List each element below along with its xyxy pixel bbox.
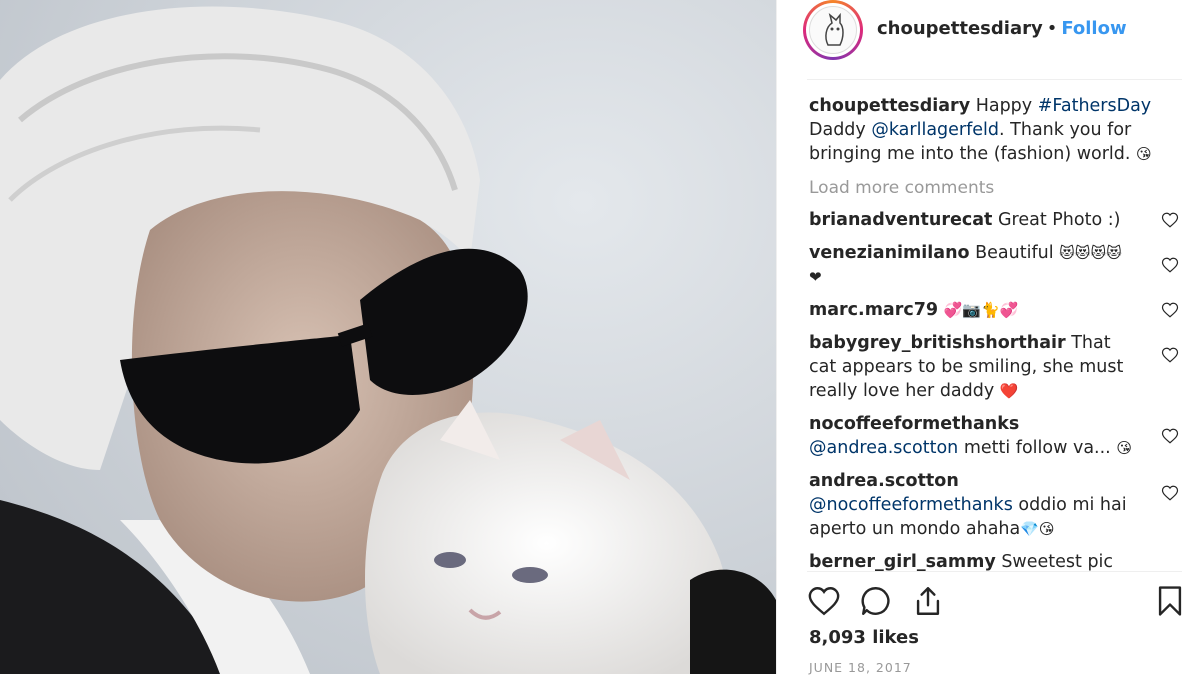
comment-like-heart-icon[interactable]	[1161, 301, 1179, 319]
comment-text: Sweetest pic	[1001, 552, 1114, 571]
comments-list[interactable]: choupettesdiary Happy #FathersDay Daddy …	[809, 94, 1179, 571]
follow-button[interactable]: Follow	[1061, 18, 1126, 39]
comment-username[interactable]: berner_girl_sammy	[809, 552, 996, 571]
post-actions-bar	[807, 584, 1187, 620]
bookmark-icon[interactable]	[1153, 584, 1187, 618]
caption-hashtag[interactable]: #FathersDay	[1038, 96, 1151, 116]
comment-username[interactable]: venezianimilano	[809, 243, 970, 263]
comment-text: Beautiful	[975, 243, 1054, 263]
post-header: choupettesdiary • Follow	[777, 0, 1200, 80]
comment-username[interactable]: andrea.scotton	[809, 471, 959, 491]
comment-like-heart-icon[interactable]	[1161, 256, 1179, 274]
header-user-line: choupettesdiary • Follow	[877, 18, 1127, 39]
comment-text: Great Photo :)	[997, 210, 1121, 230]
cat-sketch-icon	[825, 12, 844, 46]
caption-text-2: Daddy	[809, 120, 866, 140]
comment-like-heart-icon[interactable]	[1161, 427, 1179, 445]
post-caption: choupettesdiary Happy #FathersDay Daddy …	[809, 94, 1179, 166]
comment-emoji: 💞📷🐈💞	[943, 301, 1019, 319]
comment-item: babygrey_britishshorthair That cat appea…	[809, 331, 1179, 403]
comment-emoji: 💎😘	[1020, 520, 1055, 538]
comment-item: berner_girl_sammy Sweetest pic	[809, 550, 1179, 571]
caption-emoji: 😘	[1136, 145, 1152, 163]
share-icon[interactable]	[911, 584, 945, 618]
comment-username[interactable]: nocoffeeformethanks	[809, 414, 1019, 434]
comment-item: marc.marc79 💞📷🐈💞	[809, 298, 1179, 322]
header-divider	[807, 79, 1182, 80]
comment-emoji: ❤️	[999, 382, 1019, 400]
separator-dot: •	[1046, 18, 1058, 39]
comment-item: venezianimilano Beautiful 😻😻😻😻❤	[809, 241, 1179, 289]
avatar-image	[809, 6, 857, 54]
comment-icon[interactable]	[859, 584, 893, 618]
comment-mention[interactable]: @nocoffeeformethanks	[809, 495, 1013, 515]
comment-username[interactable]: babygrey_britishshorthair	[809, 333, 1066, 353]
comment-like-heart-icon[interactable]	[1161, 484, 1179, 502]
avatar[interactable]	[803, 0, 863, 60]
load-more-comments-button[interactable]: Load more comments	[809, 176, 1179, 200]
header-username[interactable]: choupettesdiary	[877, 18, 1043, 39]
comment-username[interactable]: marc.marc79	[809, 300, 938, 320]
post-side-panel: choupettesdiary • Follow choupettesdiary H…	[776, 0, 1200, 675]
heart-icon[interactable]	[807, 584, 841, 618]
comment-username[interactable]: brianadventurecat	[809, 210, 992, 230]
avatar-ring-inner	[806, 3, 860, 57]
comment-item: brianadventurecat Great Photo :)	[809, 208, 1179, 232]
comment-item: andrea.scotton @nocoffeeformethanks oddi…	[809, 469, 1179, 541]
post-photo[interactable]	[0, 0, 776, 674]
comment-like-heart-icon[interactable]	[1161, 211, 1179, 229]
comment-emoji: 😘	[1116, 439, 1132, 457]
photo-illustration	[0, 0, 776, 674]
comment-item: nocoffeeformethanks @andrea.scotton mett…	[809, 412, 1179, 460]
likes-count[interactable]: 8,093 likes	[809, 627, 919, 648]
caption-username[interactable]: choupettesdiary	[809, 96, 970, 116]
comment-text: metti follow va...	[963, 438, 1111, 458]
caption-mention[interactable]: @karllagerfeld	[871, 120, 999, 140]
actions-divider	[807, 571, 1182, 572]
comment-like-heart-icon[interactable]	[1161, 346, 1179, 364]
caption-text-1: Happy	[975, 96, 1033, 116]
post-date[interactable]: JUNE 18, 2017	[809, 660, 912, 675]
comment-mention[interactable]: @andrea.scotton	[809, 438, 958, 458]
